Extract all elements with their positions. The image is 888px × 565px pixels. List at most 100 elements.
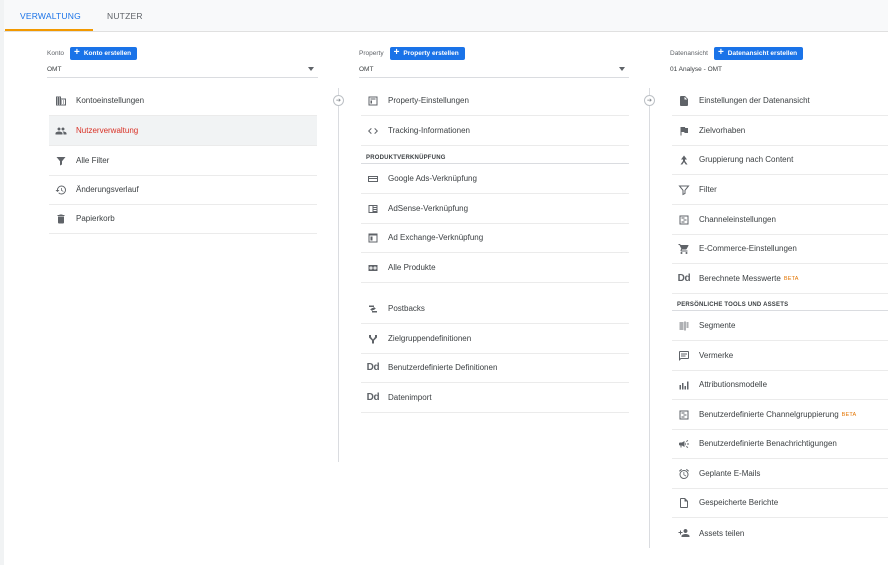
channel-icon	[677, 408, 691, 422]
menu-item-label: Filter	[699, 185, 717, 194]
menu-item-label: Alle Produkte	[388, 263, 436, 272]
beta-badge: BETA	[783, 275, 799, 282]
menu-item-datenansicht-einstellungen[interactable]: Einstellungen der Datenansicht	[672, 86, 888, 116]
person-add-icon	[677, 526, 691, 540]
menu-item-berechnete-messwerte[interactable]: Dd Berechnete Messwerte BETA	[672, 264, 888, 294]
menu-item-google-ads[interactable]: Google Ads-Verknüpfung	[361, 164, 629, 194]
dropdown-arrow-icon	[308, 67, 314, 71]
menu-item-label: Google Ads-Verknüpfung	[388, 174, 477, 183]
people-icon	[54, 124, 68, 138]
menu-item-channeleinstellungen[interactable]: Channeleinstellungen	[672, 205, 888, 235]
menu-item-filter[interactable]: Filter	[672, 175, 888, 205]
saved-report-icon	[677, 496, 691, 510]
menu-item-vermerke[interactable]: Vermerke	[672, 341, 888, 371]
account-selector[interactable]: OMT	[47, 63, 318, 78]
plus-icon: +	[74, 47, 80, 58]
menu-item-property-einstellungen[interactable]: Property-Einstellungen	[361, 86, 629, 116]
create-account-button[interactable]: + Konto erstellen	[70, 46, 138, 60]
ads-icon	[366, 172, 380, 186]
konto-column: Konto + Konto erstellen OMT Kontoeinstel…	[4, 32, 339, 565]
megaphone-icon	[677, 437, 691, 451]
bar-chart-icon	[677, 378, 691, 392]
view-column: Datenansicht + Datenansicht erstellen 01…	[650, 32, 888, 565]
menu-item-label: Benutzerdefinierte Definitionen	[388, 363, 498, 372]
menu-item-label: AdSense-Verknüpfung	[388, 204, 469, 213]
create-view-button[interactable]: + Datenansicht erstellen	[713, 46, 804, 60]
create-view-label: Datenansicht erstellen	[727, 49, 798, 57]
menu-item-nutzerverwaltung[interactable]: Nutzerverwaltung	[49, 116, 317, 146]
menu-item-papierkorb[interactable]: Papierkorb	[49, 204, 317, 234]
postbacks-icon	[366, 302, 380, 316]
beta-badge: BETA	[841, 411, 857, 418]
tab-bar: VERWALTUNG NUTZER	[4, 0, 888, 32]
menu-item-channelgruppierung[interactable]: Benutzerdefinierte Channelgruppierung BE…	[672, 400, 888, 430]
menu-item-label: Vermerke	[699, 351, 734, 360]
cart-icon	[677, 242, 691, 256]
menu-item-label: Datenimport	[388, 393, 432, 402]
property-selector-value: OMT	[359, 66, 374, 73]
menu-item-benutzerdefinierte-definitionen[interactable]: Dd Benutzerdefinierte Definitionen	[361, 353, 629, 383]
dd-icon: Dd	[366, 362, 380, 373]
menu-item-label: Alle Filter	[76, 156, 110, 165]
konto-header: Konto + Konto erstellen	[47, 46, 138, 60]
menu-item-segmente[interactable]: Segmente	[672, 311, 888, 341]
menu-item-zielgruppendefinitionen[interactable]: Zielgruppendefinitionen	[361, 324, 629, 354]
property-label: Property	[359, 49, 384, 57]
history-icon	[54, 183, 68, 197]
window-icon	[366, 94, 380, 108]
view-selector-value: 01 Analyse - OMT	[670, 66, 723, 73]
menu-item-tracking-informationen[interactable]: Tracking-Informationen	[361, 116, 629, 146]
menu-item-gespeicherte-berichte[interactable]: Gespeicherte Berichte	[672, 488, 888, 518]
menu-item-label: Ad Exchange-Verknüpfung	[388, 233, 484, 242]
menu-item-label: Nutzerverwaltung	[76, 126, 139, 135]
menu-item-gruppierung-nach-content[interactable]: Gruppierung nach Content	[672, 145, 888, 175]
menu-item-label: Segmente	[699, 321, 736, 330]
document-icon	[677, 94, 691, 108]
menu-item-adsense[interactable]: AdSense-Verknüpfung	[361, 194, 629, 224]
menu-item-label: Tracking-Informationen	[388, 126, 470, 135]
tab-verwaltung[interactable]: VERWALTUNG	[20, 11, 81, 21]
menu-item-ad-exchange[interactable]: Ad Exchange-Verknüpfung	[361, 223, 629, 253]
property-selector[interactable]: OMT	[359, 63, 629, 78]
menu-item-label: Zielvorhaben	[699, 126, 746, 135]
channel-icon	[677, 213, 691, 227]
create-account-label: Konto erstellen	[83, 49, 132, 57]
account-selector-value: OMT	[47, 66, 62, 73]
menu-item-label: Zielgruppendefinitionen	[388, 334, 472, 343]
menu-item-label: Attributionsmodelle	[699, 380, 768, 389]
menu-item-attributionsmodelle[interactable]: Attributionsmodelle	[672, 370, 888, 400]
menu-item-zielvorhaben[interactable]: Zielvorhaben	[672, 116, 888, 146]
tab-nutzer[interactable]: NUTZER	[107, 11, 143, 21]
menu-item-geplante-emails[interactable]: Geplante E-Mails	[672, 459, 888, 489]
menu-item-assets-teilen[interactable]: Assets teilen	[672, 518, 888, 548]
building-icon	[54, 94, 68, 108]
menu-item-datenimport[interactable]: Dd Datenimport	[361, 383, 629, 413]
alarm-icon	[677, 467, 691, 481]
code-icon	[366, 124, 380, 138]
menu-item-label: Benutzerdefinierte Benachrichtigungen	[699, 439, 837, 448]
menu-item-alle-filter[interactable]: Alle Filter	[49, 146, 317, 176]
plus-icon: +	[393, 47, 400, 58]
menu-item-label: Gespeicherte Berichte	[699, 498, 779, 507]
dropdown-arrow-icon	[619, 67, 625, 71]
menu-item-label: Gruppierung nach Content	[699, 155, 794, 164]
view-selector[interactable]: 01 Analyse - OMT	[670, 63, 888, 78]
menu-item-benachrichtigungen[interactable]: Benutzerdefinierte Benachrichtigungen	[672, 429, 888, 459]
property-header: Property + Property erstellen	[359, 46, 465, 60]
menu-item-e-commerce[interactable]: E-Commerce-Einstellungen	[672, 234, 888, 264]
create-property-button[interactable]: + Property erstellen	[389, 46, 465, 60]
create-property-label: Property erstellen	[403, 49, 459, 57]
menu-item-label: E-Commerce-Einstellungen	[699, 244, 797, 253]
property-column: Property + Property erstellen OMT Proper…	[339, 32, 650, 565]
menu-item-label: Berechnete Messwerte	[699, 274, 781, 283]
dd-icon: Dd	[366, 392, 380, 403]
menu-item-aenderungsverlauf[interactable]: Änderungsverlauf	[49, 175, 317, 205]
menu-item-label: Einstellungen der Datenansicht	[699, 96, 810, 105]
menu-item-label: Änderungsverlauf	[76, 185, 139, 194]
menu-item-postbacks[interactable]: Postbacks	[361, 294, 629, 324]
admin-page: VERWALTUNG NUTZER Konto + Konto erstelle…	[4, 0, 888, 565]
plus-icon: +	[717, 47, 724, 58]
menu-item-alle-produkte[interactable]: Alle Produkte	[361, 253, 629, 283]
menu-item-kontoeinstellungen[interactable]: Kontoeinstellungen	[49, 86, 317, 116]
menu-item-label: Postbacks	[388, 304, 425, 313]
